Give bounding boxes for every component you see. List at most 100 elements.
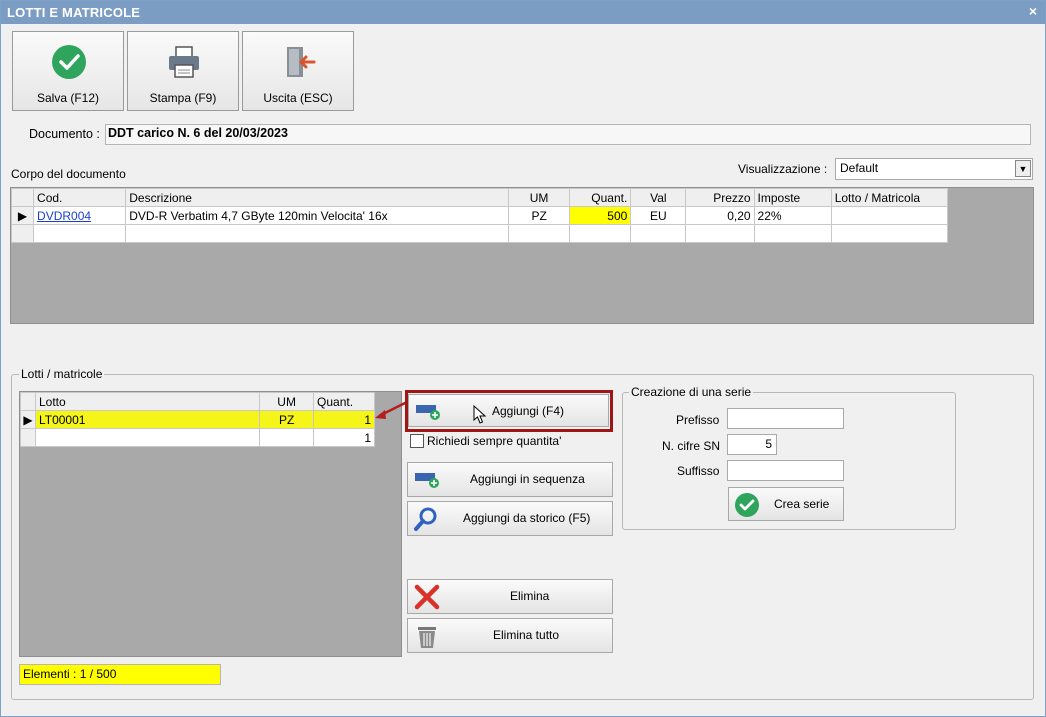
cod-link[interactable]: DVDR004 [37, 209, 91, 223]
check-circle-icon [52, 45, 86, 79]
cell-um[interactable]: PZ [259, 410, 315, 429]
col-quant[interactable]: Quant. [569, 188, 632, 207]
chevron-down-icon[interactable]: ▼ [1015, 160, 1031, 177]
prefisso-label: Prefisso [676, 413, 720, 427]
add-row-icon [416, 405, 440, 420]
col-cod[interactable]: Cod. [33, 188, 127, 207]
cell-empty[interactable] [685, 224, 755, 243]
cell-prezzo[interactable]: 0,20 [685, 206, 755, 225]
row-pointer-icon: ▶ [20, 410, 36, 429]
visualizzazione-value: Default [840, 161, 879, 175]
exit-door-icon [287, 47, 316, 77]
save-button[interactable]: Salva (F12) [12, 31, 124, 111]
add-label: Aggiungi (F4) [492, 404, 565, 418]
lotti-group-label: Lotti / matricole [19, 367, 105, 381]
add-sequence-label: Aggiungi in sequenza [470, 472, 585, 486]
row-pointer-header [10, 188, 35, 207]
col-lotto[interactable]: Lotto [34, 392, 261, 411]
lotti-grid: Lotto UM Quant. ▶ LT00001 PZ 1 1 [19, 391, 402, 657]
col-val[interactable]: Val [630, 188, 687, 207]
cell-empty[interactable] [630, 224, 687, 243]
cell-imposte[interactable]: 22% [753, 206, 832, 225]
col-lotto-matricola[interactable]: Lotto / Matricola [830, 188, 949, 207]
table-row[interactable]: ▶ DVDR004 DVD-R Verbatim 4,7 GByte 120mi… [10, 206, 949, 225]
corpo-label: Corpo del documento [11, 167, 126, 181]
row-pointer-header [20, 392, 36, 411]
row-pointer-empty [10, 224, 35, 243]
print-button[interactable]: Stampa (F9) [127, 31, 239, 111]
table-row[interactable]: ▶ LT00001 PZ 1 [20, 410, 375, 429]
close-icon[interactable]: × [1029, 3, 1037, 19]
cell-quant[interactable]: 500 [569, 206, 632, 225]
corpo-header-row: Cod. Descrizione UM Quant. Val Prezzo Im… [10, 188, 949, 207]
cell-lotto[interactable] [34, 428, 261, 447]
col-descrizione[interactable]: Descrizione [125, 188, 510, 207]
cell-empty[interactable] [830, 224, 949, 243]
add-row-icon [415, 473, 439, 488]
add-history-button[interactable]: Aggiungi da storico (F5) [407, 501, 613, 536]
row-pointer-icon: ▶ [10, 206, 35, 225]
title-bar: LOTTI E MATRICOLE × [1, 1, 1045, 24]
suffisso-label: Suffisso [677, 464, 720, 478]
cell-um[interactable]: PZ [508, 206, 571, 225]
lotti-window: LOTTI E MATRICOLE × Salva (F12) Stampa (… [0, 0, 1046, 717]
arrow-icon [375, 400, 408, 419]
print-label: Stampa (F9) [149, 91, 217, 105]
delete-all-button[interactable]: Elimina tutto [407, 618, 613, 653]
richiedi-checkbox[interactable] [410, 434, 424, 448]
table-row-empty[interactable] [10, 224, 949, 243]
lotti-table: Lotto UM Quant. ▶ LT00001 PZ 1 1 [20, 392, 375, 447]
create-series-label: Crea serie [774, 497, 830, 511]
col-um[interactable]: UM [508, 188, 571, 207]
cell-quant[interactable]: 1 [313, 428, 375, 447]
cell-empty[interactable] [753, 224, 832, 243]
search-icon [414, 507, 437, 531]
cell-empty[interactable] [125, 224, 510, 243]
delete-button[interactable]: Elimina [407, 579, 613, 614]
visualizzazione-label: Visualizzazione : [738, 162, 828, 176]
cell-empty[interactable] [33, 224, 127, 243]
cell-descrizione[interactable]: DVD-R Verbatim 4,7 GByte 120min Velocita… [125, 206, 510, 225]
cell-lotto[interactable] [830, 206, 949, 225]
exit-button[interactable]: Uscita (ESC) [242, 31, 354, 111]
cifre-input[interactable]: 5 [727, 434, 777, 455]
elementi-counter: Elementi : 1 / 500 [19, 664, 221, 685]
serie-group-label: Creazione di una serie [629, 385, 754, 399]
close-icon [414, 584, 440, 610]
cell-lotto[interactable]: LT00001 [34, 410, 261, 429]
lotti-header-row: Lotto UM Quant. [20, 392, 375, 411]
cell-empty[interactable] [508, 224, 571, 243]
check-circle-icon [735, 493, 759, 517]
col-quant[interactable]: Quant. [313, 392, 375, 411]
suffisso-input[interactable] [727, 460, 844, 481]
documento-field: DDT carico N. 6 del 20/03/2023 [105, 124, 1031, 145]
col-prezzo[interactable]: Prezzo [685, 188, 755, 207]
prefisso-input[interactable] [727, 408, 844, 429]
exit-label: Uscita (ESC) [263, 91, 333, 105]
create-series-button[interactable]: Crea serie [728, 487, 844, 521]
window-title: LOTTI E MATRICOLE [7, 5, 141, 20]
mouse-cursor-icon [473, 405, 487, 424]
col-um[interactable]: UM [259, 392, 315, 411]
save-label: Salva (F12) [36, 91, 100, 105]
add-button[interactable]: Aggiungi (F4) [408, 394, 609, 427]
visualizzazione-select[interactable]: Default ▼ [835, 158, 1033, 180]
cell-val[interactable]: EU [630, 206, 687, 225]
cell-empty[interactable] [569, 224, 632, 243]
add-sequence-button[interactable]: Aggiungi in sequenza [407, 462, 613, 497]
delete-all-label: Elimina tutto [493, 628, 560, 642]
corpo-table: Cod. Descrizione UM Quant. Val Prezzo Im… [10, 188, 949, 243]
col-imposte[interactable]: Imposte [753, 188, 832, 207]
trash-icon [418, 627, 436, 648]
cell-quant[interactable]: 1 [313, 410, 375, 429]
table-row[interactable]: 1 [20, 428, 375, 447]
row-pointer-empty [20, 428, 36, 447]
richiedi-label: Richiedi sempre quantita' [427, 434, 562, 448]
cell-cod[interactable]: DVDR004 [33, 206, 127, 225]
documento-label: Documento : [29, 127, 100, 141]
printer-icon [169, 46, 199, 78]
corpo-grid: Cod. Descrizione UM Quant. Val Prezzo Im… [10, 187, 1034, 324]
cifre-label: N. cifre SN [662, 439, 721, 453]
add-history-label: Aggiungi da storico (F5) [463, 511, 591, 525]
cell-um[interactable] [259, 428, 315, 447]
